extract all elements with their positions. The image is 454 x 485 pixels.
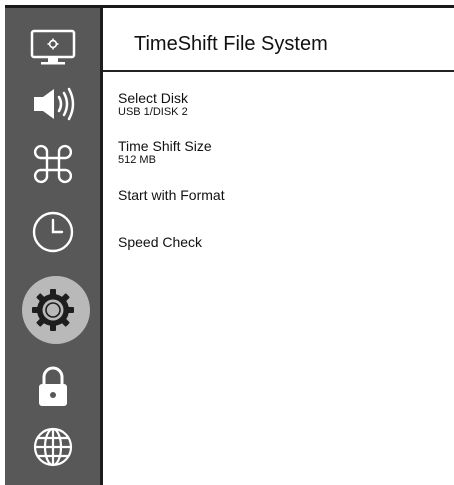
lock-icon (38, 366, 67, 406)
select-disk-value: USB 1/DISK 2 (118, 106, 188, 118)
sidebar-item-time[interactable] (5, 200, 100, 264)
timeshift-panel: TimeShift File System Select Disk USB 1/… (103, 8, 454, 485)
sidebar-item-shortcuts[interactable] (5, 132, 100, 196)
command-key-icon (33, 144, 72, 184)
sidebar-item-lock[interactable] (5, 354, 100, 418)
page-title: TimeShift File System (134, 33, 328, 55)
sidebar-item-sound[interactable] (5, 72, 100, 136)
gear-icon (31, 289, 74, 331)
time-shift-size-label: Time Shift Size (118, 138, 212, 154)
menu-item-time-shift-size[interactable]: Time Shift Size 512 MB (118, 138, 212, 166)
menu-item-select-disk[interactable]: Select Disk USB 1/DISK 2 (118, 90, 188, 118)
menu-item-speed-check[interactable]: Speed Check (118, 234, 202, 250)
speed-check-label: Speed Check (118, 234, 203, 250)
clock-icon (32, 211, 73, 253)
sidebar-item-setup[interactable] (5, 276, 100, 344)
globe-icon (33, 427, 72, 467)
sidebar-item-picture[interactable] (5, 16, 100, 80)
settings-screen: TimeShift File System Select Disk USB 1/… (0, 0, 454, 485)
title-divider (103, 70, 454, 72)
start-with-format-label: Start with Format (118, 187, 225, 203)
speaker-volume-icon (33, 87, 74, 121)
sidebar-item-network[interactable] (5, 415, 100, 479)
select-disk-label: Select Disk (118, 90, 189, 106)
display-settings-icon (30, 29, 75, 65)
settings-sidebar (5, 8, 103, 485)
menu-item-start-with-format[interactable]: Start with Format (118, 187, 225, 203)
time-shift-size-value: 512 MB (118, 154, 156, 166)
